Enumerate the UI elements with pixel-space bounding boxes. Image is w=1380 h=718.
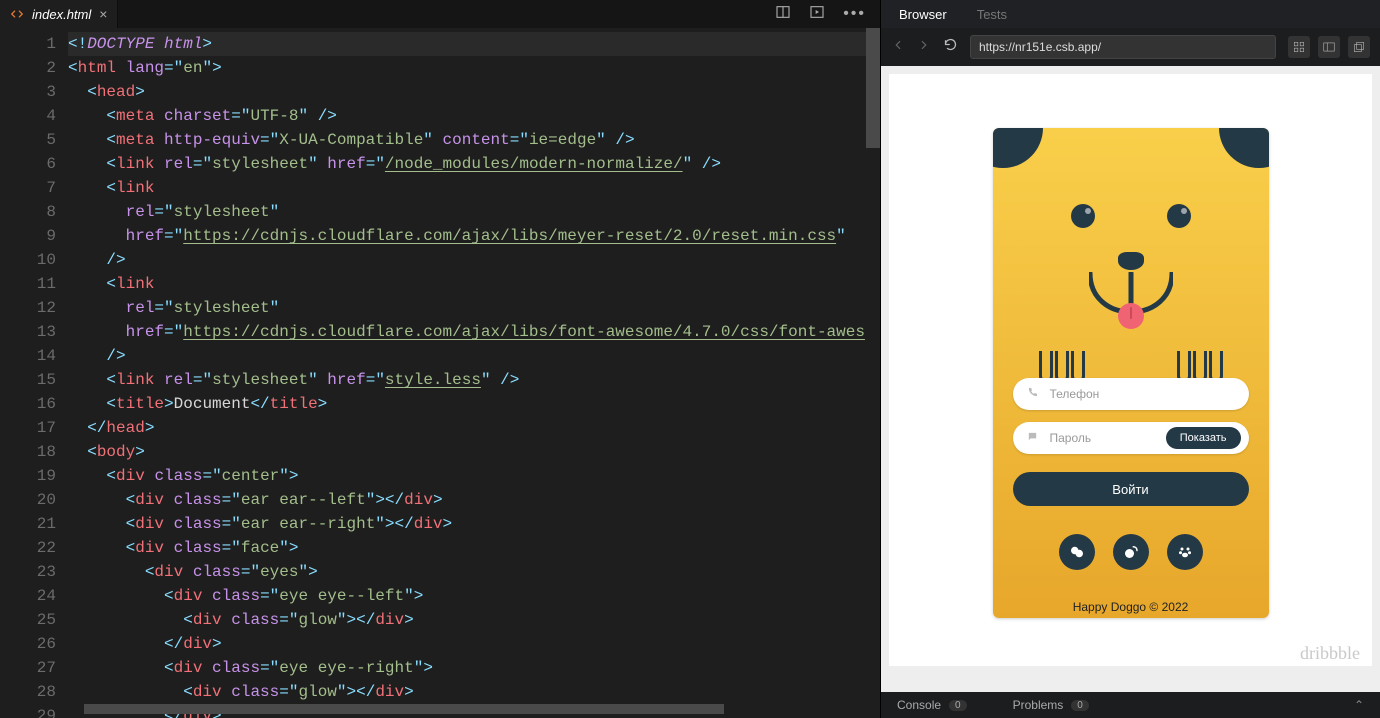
password-field[interactable]: Пароль Показать — [1013, 422, 1249, 454]
preview-icon[interactable] — [809, 4, 825, 25]
editor-tabbar: index.html × ••• — [0, 0, 880, 28]
login-button[interactable]: Войти — [1013, 472, 1249, 506]
bottom-panel-tabs: Console 0 Problems 0 ⌃ — [881, 692, 1380, 718]
dog-nose — [1118, 252, 1144, 270]
code-area[interactable]: <!DOCTYPE html><html lang="en"> <head> <… — [68, 28, 880, 718]
dog-tongue — [1118, 303, 1144, 329]
show-password-button[interactable]: Показать — [1166, 427, 1241, 449]
dribbble-watermark: dribbble — [1300, 643, 1360, 664]
phone-field[interactable]: Телефон — [1013, 378, 1249, 410]
tab-filename: index.html — [32, 7, 91, 22]
line-gutter: 1234567891011121314151617181920212223242… — [0, 28, 68, 718]
dog-ear-right — [1219, 128, 1269, 168]
password-placeholder: Пароль — [1050, 431, 1092, 445]
toolbar-popout-icon[interactable] — [1348, 36, 1370, 58]
dog-eye-right — [1167, 204, 1191, 228]
problems-count: 0 — [1071, 700, 1089, 711]
phone-icon — [1027, 387, 1038, 401]
horizontal-scrollbar[interactable] — [84, 704, 724, 714]
more-icon[interactable]: ••• — [843, 5, 866, 23]
tab-browser[interactable]: Browser — [899, 7, 947, 22]
tab-index-html[interactable]: index.html × — [0, 0, 118, 28]
console-tab[interactable]: Console — [897, 698, 941, 712]
doggo-login-card: Телефон Пароль Показать Войти — [993, 128, 1269, 618]
split-editor-icon[interactable] — [775, 4, 791, 25]
url-bar[interactable]: https://nr151e.csb.app/ — [970, 35, 1276, 59]
preview-area: Телефон Пароль Показать Войти — [881, 66, 1380, 692]
browser-toolbar: https://nr151e.csb.app/ — [881, 28, 1380, 66]
social-wechat-icon[interactable] — [1059, 534, 1095, 570]
html-file-icon — [10, 7, 24, 21]
dog-eye-left — [1071, 204, 1095, 228]
reload-icon[interactable] — [943, 37, 958, 57]
code-editor[interactable]: 1234567891011121314151617181920212223242… — [0, 28, 880, 718]
preview-page[interactable]: Телефон Пароль Показать Войти — [889, 74, 1372, 666]
nav-back-icon[interactable] — [891, 38, 905, 57]
tab-tests[interactable]: Tests — [977, 7, 1007, 22]
close-icon[interactable]: × — [99, 6, 107, 22]
url-text: https://nr151e.csb.app/ — [979, 40, 1101, 54]
copyright-text: Happy Doggo © 2022 — [1013, 600, 1249, 614]
comment-icon — [1027, 431, 1038, 445]
toolbar-grid-icon[interactable] — [1288, 36, 1310, 58]
console-count: 0 — [949, 700, 967, 711]
social-paw-icon[interactable] — [1167, 534, 1203, 570]
social-weibo-icon[interactable] — [1113, 534, 1149, 570]
nav-forward-icon[interactable] — [917, 38, 931, 57]
right-pane-tabs: Browser Tests — [881, 0, 1380, 28]
problems-tab[interactable]: Problems — [1013, 698, 1064, 712]
chevron-up-icon[interactable]: ⌃ — [1354, 698, 1364, 712]
dog-ear-left — [993, 128, 1043, 168]
vertical-scrollbar[interactable] — [866, 28, 880, 148]
phone-placeholder: Телефон — [1050, 387, 1100, 401]
toolbar-panel-icon[interactable] — [1318, 36, 1340, 58]
